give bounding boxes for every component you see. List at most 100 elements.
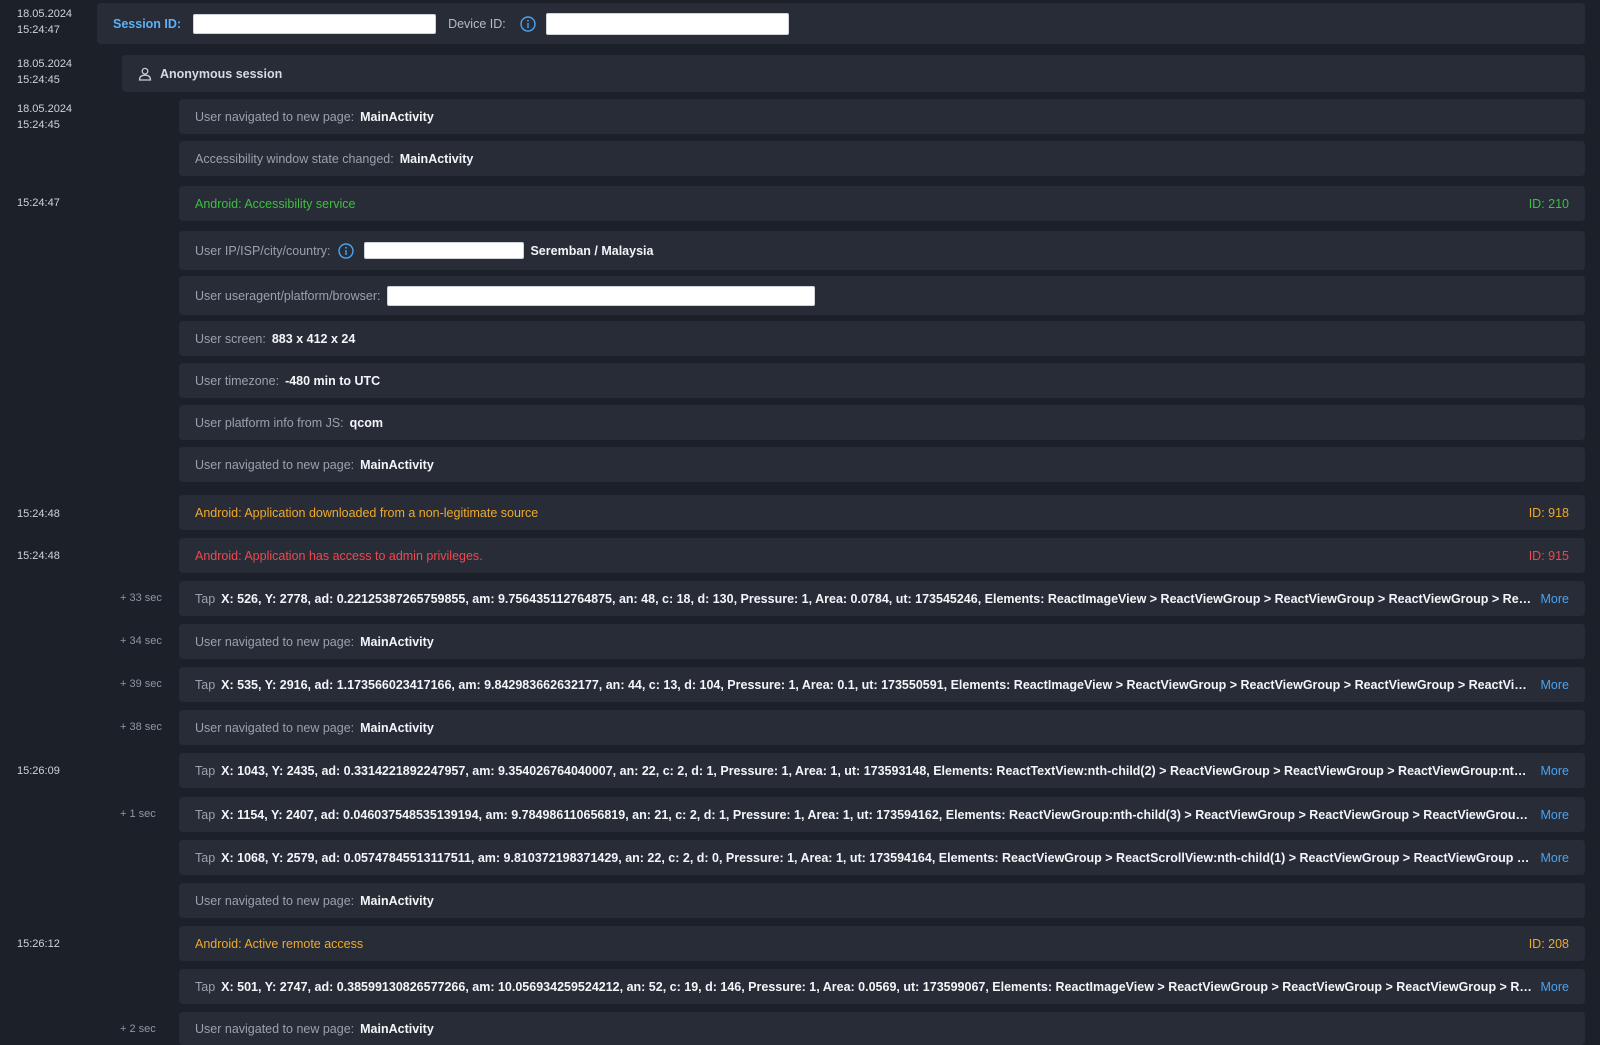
tap-details: X: 1068, Y: 2579, ad: 0.0574784551311751… xyxy=(221,850,1533,865)
relative-time: + 1 sec xyxy=(120,808,156,820)
event-label: User navigated to new page: xyxy=(195,720,355,735)
event-row: User useragent/platform/browser: xyxy=(179,276,1585,315)
tap-details: X: 526, Y: 2778, ad: 0.22125387265759855… xyxy=(221,591,1533,606)
event-label: User navigated to new page: xyxy=(195,634,355,649)
event-label: Tap xyxy=(195,677,216,692)
timestamp-time: 15:24:45 xyxy=(17,74,60,86)
event-label: User useragent/platform/browser: xyxy=(195,288,381,303)
alert-row[interactable]: Android: Active remote access ID: 208 xyxy=(179,926,1585,961)
alert-row[interactable]: Android: Application downloaded from a n… xyxy=(179,495,1585,530)
event-label: Tap xyxy=(195,850,216,865)
event-value: -480 min to UTC xyxy=(285,373,381,388)
event-value: MainActivity xyxy=(360,634,434,649)
alert-id: ID: 208 xyxy=(1528,936,1569,951)
event-row: User timezone: -480 min to UTC xyxy=(179,363,1585,398)
anonymous-session-label: Anonymous session xyxy=(160,66,283,81)
anon-timestamp: 18.05.2024 15:24:45 xyxy=(17,56,72,88)
relative-time: + 39 sec xyxy=(120,678,162,690)
more-link[interactable]: More xyxy=(1541,851,1569,865)
relative-time: + 38 sec xyxy=(120,721,162,733)
event-value: MainActivity xyxy=(360,1021,434,1036)
timestamp-time: 15:24:45 xyxy=(17,119,60,131)
relative-time: + 33 sec xyxy=(120,592,162,604)
event-value: MainActivity xyxy=(360,457,434,472)
event-label: Tap xyxy=(195,807,216,822)
alert-title: Android: Application downloaded from a n… xyxy=(195,505,539,520)
alert-id: ID: 915 xyxy=(1528,548,1569,563)
tap-row: Tap X: 1068, Y: 2579, ad: 0.057478455131… xyxy=(179,840,1585,875)
event-label: User platform info from JS: xyxy=(195,415,344,430)
event-value: MainActivity xyxy=(360,893,434,908)
timestamp-date: 18.05.2024 xyxy=(17,58,73,70)
event-label: User IP/ISP/city/country: xyxy=(195,243,331,258)
ip-redacted xyxy=(364,242,525,259)
event-timestamp: 15:26:09 xyxy=(17,765,60,777)
device-id-label: Device ID: xyxy=(448,16,506,31)
more-link[interactable]: More xyxy=(1541,808,1569,822)
more-link[interactable]: More xyxy=(1541,764,1569,778)
event-row: User navigated to new page: MainActivity xyxy=(179,1012,1585,1045)
event-label: User navigated to new page: xyxy=(195,1021,355,1036)
info-circle-icon[interactable] xyxy=(338,242,355,259)
event-row: User screen: 883 x 412 x 24 xyxy=(179,321,1585,356)
event-label: User screen: xyxy=(195,331,266,346)
tap-row: Tap X: 526, Y: 2778, ad: 0.2212538726575… xyxy=(179,581,1585,616)
alert-id: ID: 918 xyxy=(1528,505,1569,520)
event-value: qcom xyxy=(349,415,383,430)
tap-row: Tap X: 501, Y: 2747, ad: 0.3859913082657… xyxy=(179,969,1585,1004)
tap-row: Tap X: 1154, Y: 2407, ad: 0.046037548535… xyxy=(179,797,1585,832)
event-value: 883 x 412 x 24 xyxy=(271,331,356,346)
tap-details: X: 1154, Y: 2407, ad: 0.0460375485351391… xyxy=(221,807,1533,822)
event-row: User IP/ISP/city/country: Seremban / Mal… xyxy=(179,231,1585,270)
alert-title: Android: Active remote access xyxy=(195,936,364,951)
event-label: User navigated to new page: xyxy=(195,893,355,908)
timestamp-date: 18.05.2024 xyxy=(17,103,73,115)
event-row: Accessibility window state changed: Main… xyxy=(179,141,1585,176)
alert-row[interactable]: Android: Application has access to admin… xyxy=(179,538,1585,573)
event-value: MainActivity xyxy=(360,720,434,735)
event-row: User navigated to new page: MainActivity xyxy=(179,624,1585,659)
event-row: User navigated to new page: MainActivity xyxy=(179,883,1585,918)
event-label: Accessibility window state changed: xyxy=(195,151,394,166)
event-label: User navigated to new page: xyxy=(195,109,355,124)
alert-title: Android: Application has access to admin… xyxy=(195,548,483,563)
session-timestamp: 18.05.2024 15:24:47 xyxy=(17,6,72,38)
tap-details: X: 1043, Y: 2435, ad: 0.3314221892247957… xyxy=(221,763,1533,778)
relative-time: + 2 sec xyxy=(120,1023,156,1035)
more-link[interactable]: More xyxy=(1541,592,1569,606)
event-row: User platform info from JS: qcom xyxy=(179,405,1585,440)
alert-row[interactable]: Android: Accessibility service ID: 210 xyxy=(179,186,1585,221)
tap-row: Tap X: 535, Y: 2916, ad: 1.1735660234171… xyxy=(179,667,1585,702)
event-label: Tap xyxy=(195,979,216,994)
event-row: User navigated to new page: MainActivity xyxy=(179,99,1585,134)
event-label: Tap xyxy=(195,763,216,778)
event-row: User navigated to new page: MainActivity xyxy=(179,447,1585,482)
more-link[interactable]: More xyxy=(1541,980,1569,994)
event-value: MainActivity xyxy=(399,151,474,166)
tap-details: X: 535, Y: 2916, ad: 1.173566023417166, … xyxy=(221,677,1533,692)
alert-id: ID: 210 xyxy=(1528,196,1569,211)
device-id-redacted xyxy=(545,12,789,35)
event-label: User timezone: xyxy=(195,373,280,388)
info-circle-icon[interactable] xyxy=(520,15,536,32)
event-label: Tap xyxy=(195,591,216,606)
event-row: User navigated to new page: MainActivity xyxy=(179,710,1585,745)
user-icon xyxy=(138,67,152,81)
alert-title: Android: Accessibility service xyxy=(195,196,356,211)
event-timestamp: 15:24:48 xyxy=(17,508,60,520)
tap-details: X: 501, Y: 2747, ad: 0.38599130826577266… xyxy=(221,979,1533,994)
session-id-redacted xyxy=(193,13,437,34)
anonymous-session-row: Anonymous session xyxy=(122,55,1585,92)
event-timestamp: 15:24:48 xyxy=(17,550,60,562)
session-header: Session ID: Device ID: xyxy=(97,3,1585,44)
useragent-redacted xyxy=(386,285,815,306)
session-id-label: Session ID: xyxy=(113,16,182,31)
timestamp-date: 18.05.2024 xyxy=(17,8,73,20)
relative-time: + 34 sec xyxy=(120,635,162,647)
more-link[interactable]: More xyxy=(1541,678,1569,692)
event-value: Seremban / Malaysia xyxy=(530,243,654,258)
event-timestamp: 15:26:12 xyxy=(17,938,60,950)
tap-row: Tap X: 1043, Y: 2435, ad: 0.331422189224… xyxy=(179,753,1585,788)
event-timestamp: 15:24:47 xyxy=(17,197,60,209)
event-timestamp: 18.05.2024 15:24:45 xyxy=(17,101,72,133)
